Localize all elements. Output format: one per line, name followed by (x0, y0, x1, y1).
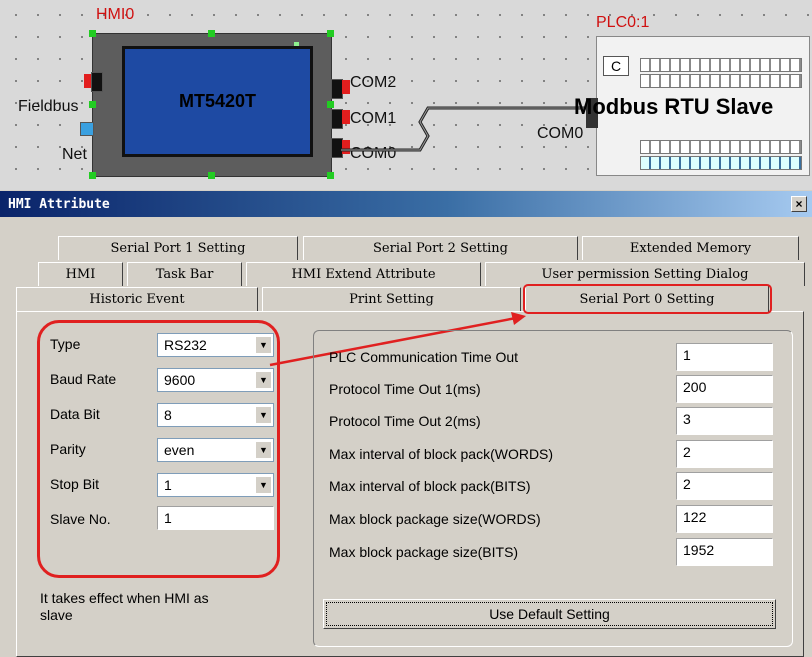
max-interval-bits-input[interactable]: 2 (676, 472, 773, 500)
max-package-bits-label: Max block package size(BITS) (329, 544, 519, 560)
protocol-timeout-2-input[interactable]: 3 (676, 407, 773, 435)
max-package-bits-input[interactable]: 1952 (676, 538, 773, 566)
protocol-timeout-1-label: Protocol Time Out 1(ms) (329, 381, 481, 397)
max-interval-bits-label: Max interval of block pack(BITS) (329, 478, 531, 494)
max-interval-words-input[interactable]: 2 (676, 440, 773, 468)
use-default-setting-button[interactable]: Use Default Setting (323, 599, 776, 629)
max-package-words-input[interactable]: 122 (676, 505, 773, 533)
tab-annotation-highlight (523, 284, 772, 314)
max-interval-words-label: Max interval of block pack(WORDS) (329, 446, 554, 462)
protocol-timeout-2-label: Protocol Time Out 2(ms) (329, 413, 481, 429)
max-package-words-label: Max block package size(WORDS) (329, 511, 541, 527)
plc-timeout-input[interactable]: 1 (676, 343, 773, 371)
slave-note: It takes effect when HMI as slave (40, 590, 209, 623)
plc-timeout-label: PLC Communication Time Out (329, 349, 519, 365)
protocol-timeout-1-input[interactable]: 200 (676, 375, 773, 403)
